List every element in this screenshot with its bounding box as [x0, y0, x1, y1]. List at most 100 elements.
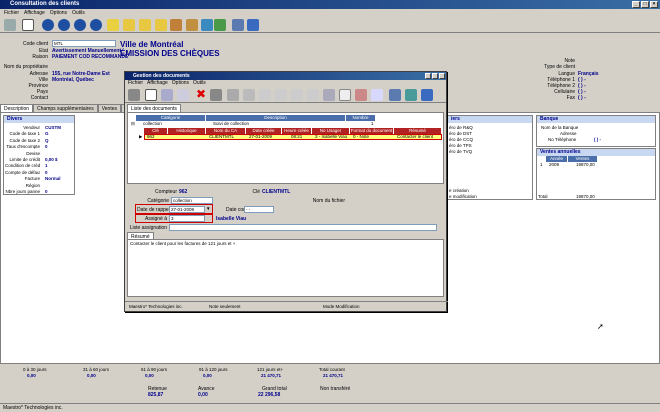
divers-value: 1: [45, 163, 48, 169]
doc-historique[interactable]: [170, 134, 171, 140]
doc-nom[interactable]: CLIENTMTL: [208, 134, 234, 140]
doc-heure[interactable]: 08:21: [290, 134, 302, 140]
tab-description[interactable]: Description: [0, 104, 34, 112]
category-expand-icon[interactable]: ⊟: [130, 121, 135, 127]
info-panel: iers éro de R&Q éro de DST éro de CCQ éro d…: [447, 115, 533, 200]
dialog-printer-icon[interactable]: [210, 89, 222, 101]
doc-format[interactable]: 0 - Note: [352, 134, 369, 140]
close-button[interactable]: ×: [650, 1, 658, 8]
window-title: Consultation des clients: [10, 1, 80, 7]
menu-fichier[interactable]: Fichier: [4, 9, 19, 17]
banque-tel-value: ( ) -: [594, 137, 601, 142]
page-icon[interactable]: [22, 19, 34, 31]
folder-icon[interactable]: [123, 19, 135, 31]
banque-title: Banque: [537, 116, 655, 123]
folder-open-icon[interactable]: [107, 19, 119, 31]
menu-outils[interactable]: Outils: [72, 9, 85, 17]
dialog-maximize-button[interactable]: [432, 73, 438, 79]
dialog-close-button[interactable]: [439, 73, 445, 79]
dialog-disabled-icon[interactable]: [227, 89, 239, 101]
dialog-contact-icon[interactable]: [355, 89, 367, 101]
tab-champs[interactable]: Champs supplémentaires: [33, 104, 98, 112]
last-record-icon[interactable]: [90, 19, 102, 31]
divers-label: Facture: [24, 176, 40, 182]
divers-label: Limite de crédit: [9, 157, 40, 162]
info-title: iers: [448, 116, 532, 123]
dialog-minimize-button[interactable]: [425, 73, 431, 79]
category-description[interactable]: Suivi de collection: [212, 121, 249, 127]
category-name[interactable]: collection: [142, 121, 162, 127]
aging-bucket-value: 0,00: [27, 373, 36, 378]
cube-icon[interactable]: [201, 19, 213, 31]
divers-value: CUSTM: [45, 125, 61, 130]
dialog-title: Gestion des documents: [133, 73, 190, 79]
non-transfere-label: Non transféré: [320, 386, 351, 392]
main-toolbar: [0, 17, 660, 33]
categorie-field[interactable]: collection: [171, 197, 213, 204]
divers-value: 0: [45, 189, 48, 194]
dialog-tools-icon[interactable]: [389, 89, 401, 101]
ventes-row-annee[interactable]: 2009: [548, 162, 559, 168]
dialog-new-icon[interactable]: [145, 89, 157, 101]
dialog-disabled6-icon[interactable]: [307, 89, 319, 101]
resume-text: Contacter le client pour les factures de…: [130, 241, 236, 246]
dialog-globe-icon[interactable]: [405, 89, 417, 101]
aging-bucket-value: 0,00: [145, 373, 154, 378]
dialog-menu-outils[interactable]: Outils: [193, 80, 206, 87]
next-record-icon[interactable]: [74, 19, 86, 31]
dialog-calendar-icon[interactable]: [371, 89, 383, 101]
ventes-row-ventes[interactable]: 19870,00: [575, 162, 595, 168]
grand-total-value: 22 296,58: [258, 392, 281, 398]
menu-affichage[interactable]: Affichage: [24, 9, 45, 17]
dialog-print-icon[interactable]: [128, 89, 140, 101]
dialog-menu-fichier[interactable]: Fichier: [128, 80, 143, 87]
dialog-menu-options[interactable]: Options: [172, 80, 189, 87]
dialog-delete-icon[interactable]: ✖: [195, 88, 207, 101]
dialog-paste-icon[interactable]: [177, 89, 189, 101]
liste-assignation-field[interactable]: [169, 224, 437, 231]
date-complete-field[interactable]: - -: [244, 206, 274, 213]
dialog-mail-icon[interactable]: [339, 89, 351, 101]
print-icon[interactable]: [4, 19, 16, 31]
banque-tel-label: No Téléphone: [548, 137, 577, 142]
doc-date[interactable]: 27-01-2009: [248, 134, 272, 140]
divers-panel: Divers Vendeur CUSTM Code de taxe 1 G Code d…: [3, 115, 75, 195]
previous-record-icon[interactable]: [58, 19, 70, 31]
dialog-disabled2-icon[interactable]: [243, 89, 255, 101]
dialog-copy-icon[interactable]: [161, 89, 173, 101]
dialog-disabled4-icon[interactable]: [275, 89, 287, 101]
dialog-disabled5-icon[interactable]: [291, 89, 303, 101]
tab-ventes[interactable]: Ventes: [97, 104, 122, 112]
exit-icon[interactable]: [247, 19, 259, 31]
type-client-label: Type de client: [544, 64, 575, 70]
code-client-field[interactable]: MTL: [52, 40, 116, 47]
aging-bucket-value: 0,00: [203, 373, 212, 378]
raison-value: PAIEMENT COD RECOMMANDÉ: [52, 54, 129, 60]
tools-icon[interactable]: [232, 19, 244, 31]
folder3-icon[interactable]: [155, 19, 167, 31]
dialog-tab-liste[interactable]: Liste des documents: [127, 104, 181, 112]
dialog-menu-affichage[interactable]: Affichage: [147, 80, 168, 87]
dialog-attach-icon[interactable]: [323, 89, 335, 101]
ventes-total-value: 19870,00: [576, 194, 595, 199]
folder2-icon[interactable]: [139, 19, 151, 31]
doc-usager[interactable]: 3 - Isabelle Viau: [314, 134, 347, 140]
divers-label: Taux d'escompte: [6, 144, 40, 150]
dialog-disabled3-icon[interactable]: [259, 89, 271, 101]
minimize-button[interactable]: _: [632, 1, 640, 8]
dialog-statusbar: Maestro* Technologies inc. Note seulemen…: [125, 301, 448, 311]
divers-value: [44, 183, 45, 189]
doc-resume[interactable]: Contacter le client: [396, 134, 442, 140]
doc-cle[interactable]: 962: [146, 134, 155, 140]
first-record-icon[interactable]: [42, 19, 54, 31]
liste-label: Liste assignation: [129, 225, 167, 231]
resume-textarea[interactable]: Contacter le client pour les factures de…: [127, 239, 444, 297]
maximize-button[interactable]: □: [641, 1, 649, 8]
ventes-row-num: 1: [540, 162, 543, 167]
users-icon[interactable]: [170, 19, 182, 31]
globe-icon[interactable]: [214, 19, 226, 31]
user-icon[interactable]: [186, 19, 198, 31]
dialog-exit-icon[interactable]: [421, 89, 433, 101]
divers-label: Nbre jours panne: [5, 189, 40, 194]
menu-options[interactable]: Options: [50, 9, 67, 17]
